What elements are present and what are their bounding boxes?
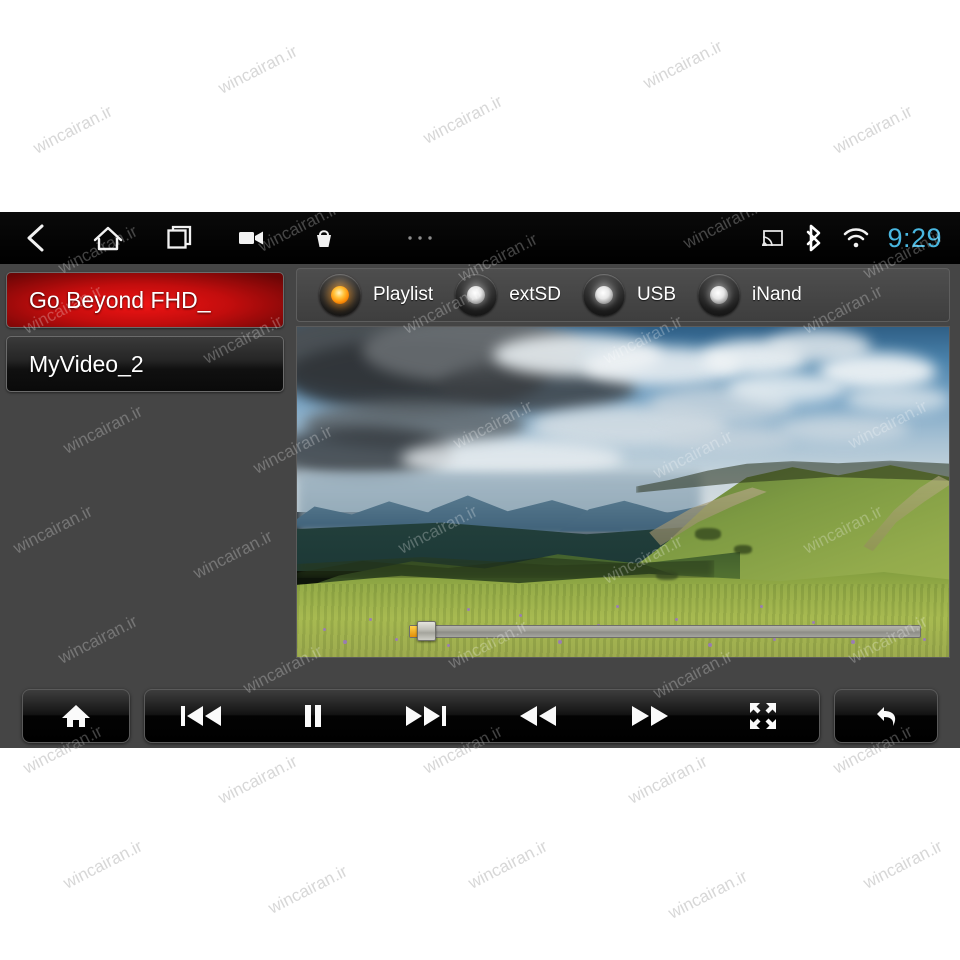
home-icon[interactable]: [72, 212, 144, 264]
watermark: wincairan.ir: [215, 751, 301, 808]
next-track-button[interactable]: [398, 689, 454, 743]
watermark: wincairan.ir: [30, 101, 116, 158]
playlist-sidebar: Go Beyond FHD_ MyVideo_2: [0, 264, 290, 684]
video-progress-slider[interactable]: [409, 621, 921, 641]
led-indicator-icon: [582, 274, 625, 316]
list-item[interactable]: MyVideo_2: [6, 336, 284, 392]
source-option-label: USB: [636, 284, 677, 305]
previous-track-button[interactable]: [173, 689, 229, 743]
watermark: wincairan.ir: [60, 836, 146, 893]
watermark: wincairan.ir: [860, 836, 946, 893]
market-basket-icon[interactable]: [288, 212, 360, 264]
watermark: wincairan.ir: [465, 836, 551, 893]
recents-icon[interactable]: [144, 212, 216, 264]
transport-button-group: [144, 689, 820, 743]
wifi-icon[interactable]: [841, 223, 871, 253]
source-option-label: extSD: [509, 284, 561, 305]
watermark: wincairan.ir: [265, 861, 351, 918]
source-option-inand[interactable]: iNand: [698, 274, 802, 316]
watermark: wincairan.ir: [665, 866, 751, 923]
player-panel: Playlist extSD USB iNand: [290, 264, 960, 684]
screenshot-canvas: 9:29 Go Beyond FHD_ MyVideo_2 Playlist e…: [0, 0, 960, 960]
fast-forward-button[interactable]: [622, 689, 678, 743]
rewind-button[interactable]: [510, 689, 566, 743]
main-content-area: Go Beyond FHD_ MyVideo_2 Playlist extSD …: [0, 264, 960, 684]
video-frame: [297, 327, 949, 657]
source-option-playlist[interactable]: Playlist: [319, 274, 433, 316]
progress-thumb[interactable]: [417, 621, 436, 641]
source-option-extsd[interactable]: extSD: [455, 274, 561, 316]
playlist-item-label: Go Beyond FHD_: [29, 286, 211, 313]
back-icon[interactable]: [0, 212, 72, 264]
led-indicator-icon: [698, 274, 741, 316]
camcorder-icon[interactable]: [216, 212, 288, 264]
watermark: wincairan.ir: [625, 751, 711, 808]
led-indicator-icon: [319, 274, 361, 316]
home-button-group: [22, 689, 130, 743]
android-status-bar: 9:29: [0, 212, 960, 264]
source-selector-bar: Playlist extSD USB iNand: [296, 268, 950, 322]
system-status-icons: 9:29: [757, 212, 952, 264]
return-button-group: [834, 689, 938, 743]
bluetooth-icon[interactable]: [799, 223, 829, 253]
source-option-label: Playlist: [373, 284, 434, 305]
overflow-menu-icon[interactable]: [360, 212, 480, 264]
led-indicator-icon: [455, 274, 498, 316]
progress-track[interactable]: [409, 625, 921, 638]
watermark: wincairan.ir: [215, 41, 301, 98]
pause-button[interactable]: [285, 689, 341, 743]
cast-icon[interactable]: [757, 223, 787, 253]
status-clock: 9:29: [887, 222, 942, 253]
watermark: wincairan.ir: [420, 91, 506, 148]
watermark: wincairan.ir: [640, 36, 726, 93]
playlist-item-label: MyVideo_2: [29, 350, 144, 377]
watermark: wincairan.ir: [830, 101, 916, 158]
player-control-bar: [0, 684, 960, 748]
video-surface[interactable]: [296, 326, 950, 658]
home-button[interactable]: [48, 689, 104, 743]
source-option-usb[interactable]: USB: [582, 274, 677, 316]
car-head-unit-screen: 9:29 Go Beyond FHD_ MyVideo_2 Playlist e…: [0, 212, 960, 748]
return-button[interactable]: [858, 689, 914, 743]
source-option-label: iNand: [752, 284, 802, 305]
fullscreen-button[interactable]: [735, 689, 791, 743]
list-item[interactable]: Go Beyond FHD_: [6, 272, 284, 328]
navigation-button-row: [0, 212, 480, 264]
